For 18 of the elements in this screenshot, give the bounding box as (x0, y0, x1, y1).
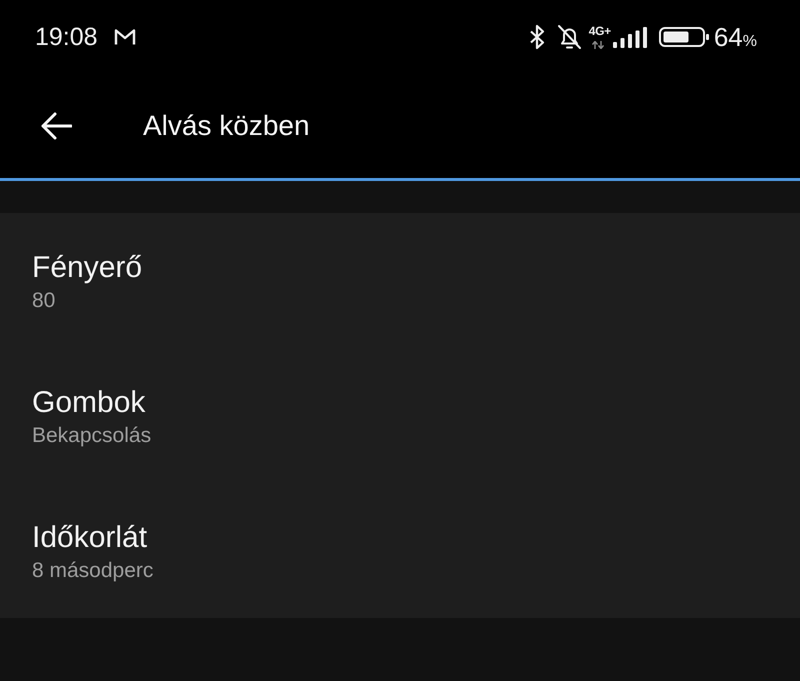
back-arrow-icon (40, 112, 72, 140)
setting-value: Bekapcsolás (32, 423, 152, 449)
percent-sign: % (742, 32, 757, 52)
muted-bell-icon (556, 24, 582, 50)
battery-icon (658, 27, 709, 47)
setting-value: 8 másodperc (32, 558, 154, 584)
data-arrows-icon (592, 41, 604, 49)
signal-icon (612, 27, 647, 48)
mail-icon (114, 28, 136, 46)
page-title: Alvás közben (143, 109, 310, 143)
setting-title[interactable]: Fényerő (32, 251, 142, 285)
setting-title[interactable]: Gombok (32, 386, 146, 420)
setting-value: 80 (32, 288, 56, 314)
setting-title[interactable]: Időkorlát (32, 521, 148, 555)
clock-time: 19:08 (35, 22, 98, 52)
network-type-label: 4G+ (588, 25, 611, 38)
bluetooth-icon (528, 24, 545, 50)
battery-percent: 64 (714, 22, 743, 52)
